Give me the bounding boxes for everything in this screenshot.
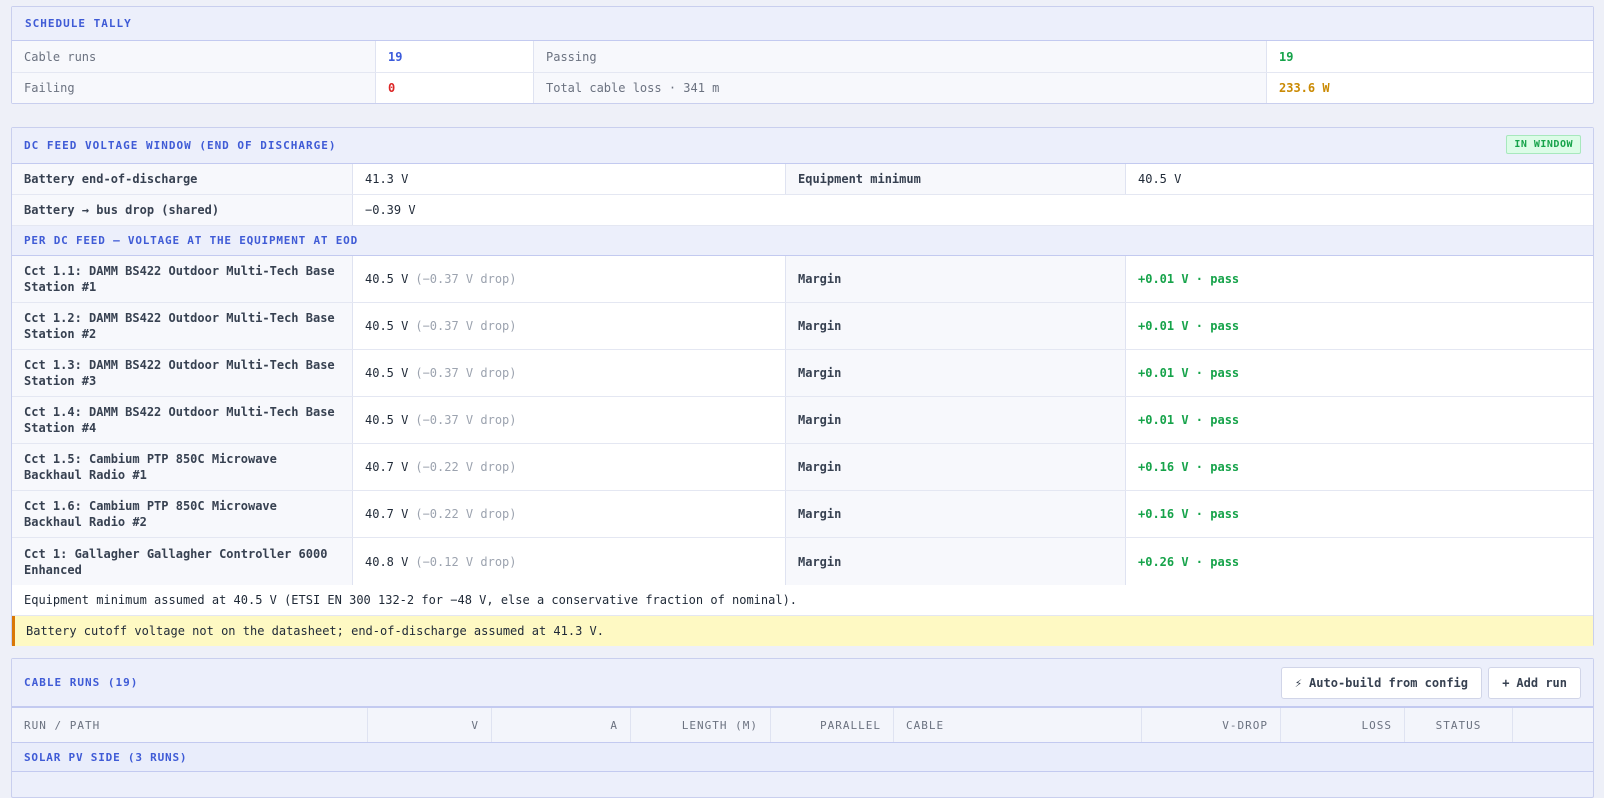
battery-eod-label: Battery end-of-discharge	[12, 164, 352, 194]
col-run-path[interactable]: RUN / PATH	[12, 708, 368, 742]
lightning-icon: ⚡	[1294, 676, 1303, 690]
feed-row: Cct 1.4: DAMM BS422 Outdoor Multi-Tech B…	[12, 397, 1593, 444]
feed-margin-value: +0.16 V · pass	[1125, 491, 1593, 537]
feed-row: Cct 1.5: Cambium PTP 850C Microwave Back…	[12, 444, 1593, 491]
feed-margin-value: +0.01 V · pass	[1125, 256, 1593, 302]
cable-runs-label: Cable runs	[12, 41, 375, 72]
feed-voltage: 40.5 V	[365, 413, 409, 427]
col-cable[interactable]: CABLE	[894, 708, 1142, 742]
feed-voltage: 40.7 V	[365, 460, 409, 474]
feed-drop: (−0.12 V drop)	[415, 554, 517, 569]
feed-drop: (−0.37 V drop)	[415, 366, 517, 380]
feed-name: Cct 1.3: DAMM BS422 Outdoor Multi-Tech B…	[12, 350, 352, 396]
feed-margin-label: Margin	[785, 444, 1125, 490]
total-loss-value: 233.6 W	[1266, 73, 1593, 103]
feed-drop: (−0.37 V drop)	[415, 319, 517, 333]
feed-voltage: 40.7 V	[365, 507, 409, 521]
solar-pv-group-title: SOLAR PV SIDE (3 RUNS)	[12, 742, 1593, 772]
cable-runs-panel: CABLE RUNS (19) ⚡ Auto-build from config…	[11, 658, 1594, 798]
passing-label: Passing	[533, 41, 1266, 72]
feed-drop: (−0.22 V drop)	[415, 460, 517, 474]
cable-runs-table-header: RUN / PATH V A LENGTH (M) PARALLEL CABLE…	[12, 707, 1593, 742]
schedule-tally-title: SCHEDULE TALLY	[12, 7, 1593, 41]
failing-value: 0	[375, 73, 533, 103]
passing-value: 19	[1266, 41, 1593, 72]
feed-drop: (−0.37 V drop)	[415, 413, 517, 427]
feed-margin-label: Margin	[785, 303, 1125, 349]
feed-voltage-cell: 40.5 V (−0.37 V drop)	[352, 350, 785, 396]
feed-name: Cct 1.6: Cambium PTP 850C Microwave Back…	[12, 491, 352, 537]
feed-margin-value: +0.16 V · pass	[1125, 444, 1593, 490]
feed-voltage-cell: 40.7 V (−0.22 V drop)	[352, 444, 785, 490]
feed-voltage: 40.5 V	[365, 319, 409, 333]
plus-icon: +	[1502, 676, 1510, 690]
bus-drop-value: −0.39 V	[352, 195, 1593, 225]
feed-voltage-cell: 40.5 V (−0.37 V drop)	[352, 303, 785, 349]
feed-drop: (−0.22 V drop)	[415, 507, 517, 521]
feed-row: Cct 1.2: DAMM BS422 Outdoor Multi-Tech B…	[12, 303, 1593, 350]
battery-cutoff-warning: Battery cutoff voltage not on the datash…	[12, 616, 1593, 646]
col-actions	[1513, 708, 1593, 742]
feed-margin-value: +0.01 V · pass	[1125, 303, 1593, 349]
col-parallel[interactable]: PARALLEL	[771, 708, 894, 742]
feed-list: Cct 1.1: DAMM BS422 Outdoor Multi-Tech B…	[12, 256, 1593, 585]
feed-voltage: 40.8 V	[365, 554, 409, 569]
col-length[interactable]: LENGTH (M)	[631, 708, 771, 742]
in-window-badge: IN WINDOW	[1506, 135, 1581, 154]
auto-build-button[interactable]: ⚡ Auto-build from config	[1280, 667, 1482, 699]
failing-label: Failing	[12, 73, 375, 103]
tally-row: Failing 0 Total cable loss · 341 m 233.6…	[12, 73, 1593, 103]
equip-min-label: Equipment minimum	[785, 164, 1125, 194]
feed-voltage-cell: 40.8 V (−0.12 V drop)	[352, 538, 785, 585]
bus-drop-row: Battery → bus drop (shared) −0.39 V	[12, 195, 1593, 226]
bus-drop-label: Battery → bus drop (shared)	[12, 195, 352, 225]
feed-name: Cct 1.5: Cambium PTP 850C Microwave Back…	[12, 444, 352, 490]
feed-margin-value: +0.01 V · pass	[1125, 350, 1593, 396]
equipment-minimum-note: Equipment minimum assumed at 40.5 V (ETS…	[12, 585, 1593, 616]
feed-name: Cct 1.1: DAMM BS422 Outdoor Multi-Tech B…	[12, 256, 352, 302]
feed-name: Cct 1.2: DAMM BS422 Outdoor Multi-Tech B…	[12, 303, 352, 349]
feed-row: Cct 1.1: DAMM BS422 Outdoor Multi-Tech B…	[12, 256, 1593, 303]
per-feed-title: PER DC FEED — VOLTAGE AT THE EQUIPMENT A…	[12, 226, 1593, 256]
auto-build-label: Auto-build from config	[1309, 676, 1468, 690]
feed-voltage-cell: 40.5 V (−0.37 V drop)	[352, 256, 785, 302]
cable-runs-value: 19	[375, 41, 533, 72]
feed-margin-label: Margin	[785, 491, 1125, 537]
feed-margin-value: +0.01 V · pass	[1125, 397, 1593, 443]
feed-drop: (−0.37 V drop)	[415, 272, 517, 286]
feed-voltage: 40.5 V	[365, 366, 409, 380]
feed-row: Cct 1: Gallagher Gallagher Controller 60…	[12, 538, 1593, 585]
feed-margin-label: Margin	[785, 397, 1125, 443]
feed-row: Cct 1.3: DAMM BS422 Outdoor Multi-Tech B…	[12, 350, 1593, 397]
dc-feed-title: DC FEED VOLTAGE WINDOW (END OF DISCHARGE…	[12, 128, 1593, 164]
total-loss-label: Total cable loss · 341 m	[533, 73, 1266, 103]
feed-voltage: 40.5 V	[365, 272, 409, 286]
schedule-tally-panel: SCHEDULE TALLY Cable runs 19 Passing 19 …	[11, 6, 1594, 104]
col-v-drop[interactable]: V-DROP	[1142, 708, 1281, 742]
add-run-button[interactable]: + Add run	[1488, 667, 1581, 699]
col-status[interactable]: STATUS	[1405, 708, 1513, 742]
col-loss[interactable]: LOSS	[1281, 708, 1405, 742]
feed-margin-value: +0.26 V · pass	[1125, 538, 1593, 585]
col-v[interactable]: V	[368, 708, 492, 742]
feed-row: Cct 1.6: Cambium PTP 850C Microwave Back…	[12, 491, 1593, 538]
feed-name: Cct 1.4: DAMM BS422 Outdoor Multi-Tech B…	[12, 397, 352, 443]
feed-margin-label: Margin	[785, 350, 1125, 396]
add-run-label: Add run	[1516, 676, 1567, 690]
tally-row: Cable runs 19 Passing 19	[12, 41, 1593, 73]
feed-voltage-cell: 40.7 V (−0.22 V drop)	[352, 491, 785, 537]
battery-eod-value: 41.3 V	[352, 164, 785, 194]
battery-eod-row: Battery end-of-discharge 41.3 V Equipmen…	[12, 164, 1593, 195]
feed-margin-label: Margin	[785, 538, 1125, 585]
feed-name: Cct 1: Gallagher Gallagher Controller 60…	[12, 538, 352, 585]
dc-feed-panel: DC FEED VOLTAGE WINDOW (END OF DISCHARGE…	[11, 127, 1594, 646]
feed-margin-label: Margin	[785, 256, 1125, 302]
equip-min-value: 40.5 V	[1125, 164, 1593, 194]
feed-voltage-cell: 40.5 V (−0.37 V drop)	[352, 397, 785, 443]
col-a[interactable]: A	[492, 708, 631, 742]
